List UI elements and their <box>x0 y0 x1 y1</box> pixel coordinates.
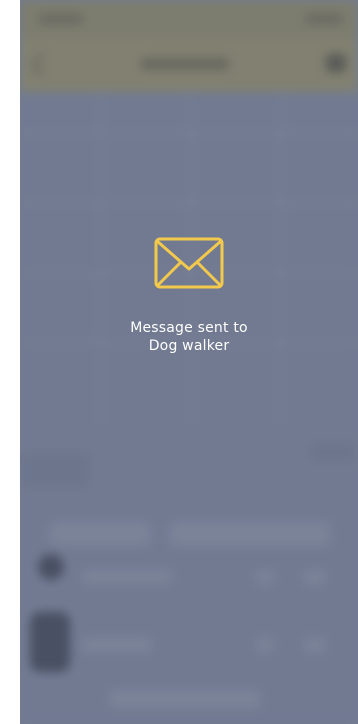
message-line-1: Message sent to <box>130 320 248 336</box>
success-overlay <box>20 0 358 724</box>
phone-screen: Message sent to Dog walker <box>20 0 358 724</box>
envelope-icon <box>154 237 224 289</box>
message-line-2: Dog walker <box>148 338 230 354</box>
message-sent-text: Message sent to Dog walker <box>20 319 358 355</box>
message-sent-toast: Message sent to Dog walker <box>20 237 358 355</box>
